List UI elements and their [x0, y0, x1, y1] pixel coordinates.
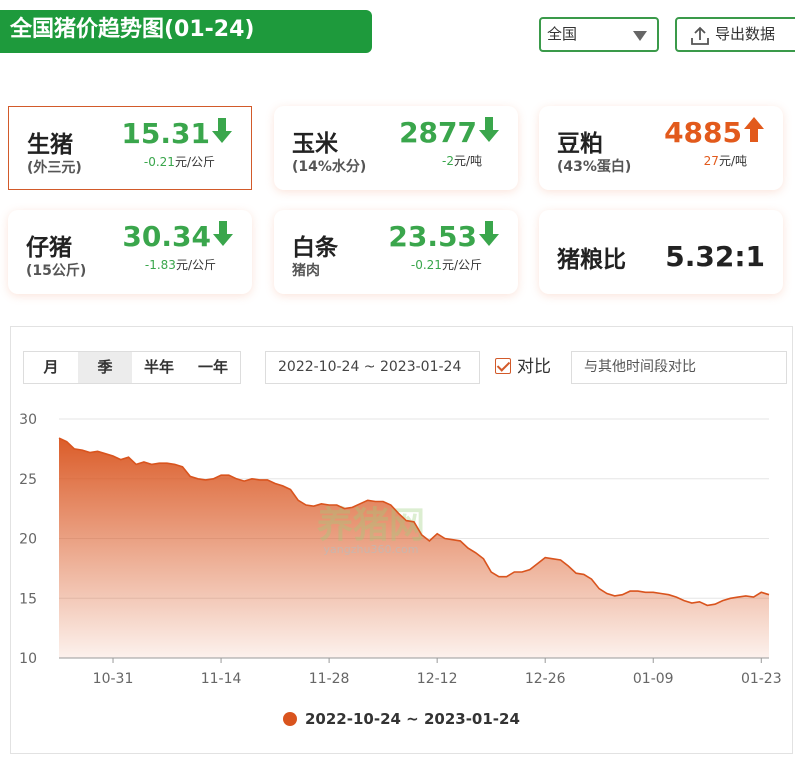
card-price: 15.31 — [121, 117, 233, 150]
card-name: 白条 — [292, 235, 338, 261]
card-piglet[interactable]: 仔猪 (15公斤) 30.34 -1.83元/公斤 — [8, 210, 252, 294]
card-name: 玉米 — [292, 131, 338, 157]
x-tick-label: 01-23 — [741, 671, 782, 687]
x-tick-label: 10-31 — [93, 671, 134, 687]
x-tick-label: 01-09 — [633, 671, 674, 687]
card-sub: (15公斤) — [26, 263, 87, 279]
y-tick-label: 10 — [19, 651, 37, 667]
y-tick-label: 20 — [19, 532, 37, 548]
arrow-up-icon — [744, 117, 764, 142]
chart-panel: 月 季 半年 一年 2022-10-24 ~ 2023-01-24 对比 与其他… — [10, 326, 793, 754]
card-sub: (外三元) — [27, 160, 82, 176]
watermark-url: yangzhu360.com — [324, 543, 419, 556]
card-corn[interactable]: 玉米 (14%水分) 2877 -2元/吨 — [274, 106, 518, 190]
y-tick-label: 25 — [19, 472, 37, 488]
region-select[interactable]: 全国 — [539, 17, 659, 52]
x-tick-label: 11-14 — [201, 671, 242, 687]
arrow-down-icon — [213, 221, 233, 246]
caret-down-icon — [633, 31, 647, 41]
upload-icon — [691, 26, 709, 45]
card-change: -0.21元/公斤 — [410, 258, 482, 272]
export-data-button[interactable]: 导出数据 — [675, 17, 795, 52]
card-live-pig[interactable]: 生猪 (外三元) 15.31 -0.21元/公斤 — [8, 106, 252, 190]
watermark-logo: 养猪网 — [317, 504, 425, 546]
page-title: 全国猪价趋势图(01-24) — [0, 10, 372, 53]
card-pig-grain-ratio[interactable]: 猪粮比 5.32:1 — [539, 210, 783, 294]
card-price: 4885 — [664, 116, 765, 149]
arrow-down-icon — [479, 221, 499, 246]
ratio-value: 5.32:1 — [665, 240, 765, 273]
arrow-down-icon — [212, 118, 232, 143]
card-price: 2877 — [399, 116, 500, 149]
card-change: -1.83元/公斤 — [144, 258, 216, 272]
card-change: -2元/吨 — [441, 154, 482, 168]
legend-label: 2022-10-24 ~ 2023-01-24 — [305, 710, 520, 728]
card-name: 仔猪 — [26, 235, 72, 261]
y-tick-label: 30 — [19, 412, 37, 428]
chart-legend[interactable]: 2022-10-24 ~ 2023-01-24 — [283, 709, 520, 729]
card-name: 豆粕 — [557, 131, 603, 157]
card-sub: 猪肉 — [292, 263, 320, 279]
card-name: 猪粮比 — [557, 247, 626, 273]
arrow-down-icon — [479, 117, 499, 142]
card-price: 23.53 — [388, 220, 500, 253]
y-tick-label: 15 — [19, 591, 37, 607]
x-tick-label: 12-26 — [525, 671, 566, 687]
card-change: -0.21元/公斤 — [143, 155, 215, 169]
x-tick-label: 11-28 — [309, 671, 350, 687]
card-pork-carcass[interactable]: 白条 猪肉 23.53 -0.21元/公斤 — [274, 210, 518, 294]
x-tick-label: 12-12 — [417, 671, 458, 687]
region-select-value: 全国 — [547, 25, 578, 43]
card-sub: (43%蛋白) — [557, 159, 632, 175]
export-data-label: 导出数据 — [715, 25, 776, 43]
card-sub: (14%水分) — [292, 159, 367, 175]
card-soybean-meal[interactable]: 豆粕 (43%蛋白) 4885 27元/吨 — [539, 106, 783, 190]
legend-dot — [283, 712, 297, 726]
price-trend-chart: 10 15 20 25 30 养猪网yangzhu360.com 10-31 11-14 11-… — [19, 412, 782, 687]
card-price: 30.34 — [122, 220, 234, 253]
card-change: 27元/吨 — [703, 154, 747, 168]
card-name: 生猪 — [27, 132, 73, 158]
